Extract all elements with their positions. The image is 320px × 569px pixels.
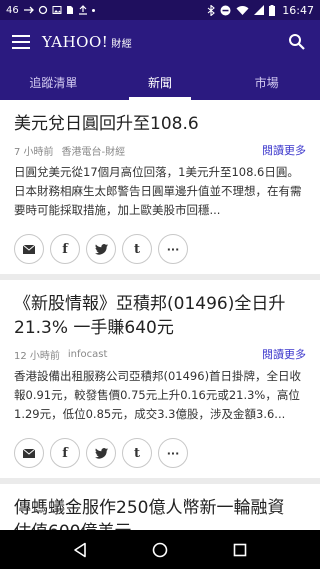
dot-icon bbox=[91, 8, 95, 12]
minus-circle-icon bbox=[220, 5, 231, 15]
more-icon[interactable]: ··· bbox=[158, 234, 188, 264]
tab-news[interactable]: 新聞 bbox=[107, 64, 214, 100]
mail-icon[interactable] bbox=[14, 234, 44, 264]
read-more-link[interactable]: 閱讀更多 bbox=[262, 142, 306, 158]
system-nav-bar bbox=[0, 530, 320, 569]
menu-icon[interactable] bbox=[12, 35, 30, 49]
read-more-link[interactable]: 閱讀更多 bbox=[262, 346, 306, 362]
article-summary: 香港設備出租服務公司亞積邦(01496)首日掛牌，全日收報0.91元，較發售價0… bbox=[14, 369, 302, 421]
news-card[interactable]: 《新股情報》亞積邦(01496)全日升21.3% 一手賺640元 12 小時前 … bbox=[0, 280, 320, 478]
search-icon[interactable] bbox=[288, 33, 306, 51]
article-title[interactable]: 美元兌日圓回升至108.6 bbox=[14, 112, 306, 136]
article-meta: 12 小時前 infocast 閱讀更多 bbox=[14, 346, 306, 362]
article-title[interactable]: 《新股情報》亞積邦(01496)全日升21.3% 一手賺640元 bbox=[14, 292, 306, 340]
news-feed[interactable]: 美元兌日圓回升至108.6 7 小時前 香港電台-財經 閱讀更多 日圓兌美元從1… bbox=[0, 100, 320, 530]
app-bar: YAHOO! 財經 bbox=[0, 20, 320, 64]
logo-sub: 財經 bbox=[111, 39, 133, 50]
tab-markets[interactable]: 市場 bbox=[213, 64, 320, 100]
sim-icon bbox=[66, 6, 73, 14]
back-icon[interactable] bbox=[73, 542, 87, 558]
share-row: f t ··· bbox=[14, 438, 306, 468]
usb-icon bbox=[23, 6, 34, 14]
bluetooth-icon bbox=[207, 4, 216, 16]
tab-watchlist[interactable]: 追蹤清單 bbox=[0, 64, 107, 100]
article-source: 香港電台-財經 bbox=[61, 146, 126, 158]
tumblr-icon[interactable]: t bbox=[122, 234, 152, 264]
share-row: f t ··· bbox=[14, 234, 306, 264]
twitter-icon[interactable] bbox=[86, 438, 116, 468]
news-card[interactable]: 傳螞蟻金服作250億人幣新一輪融資 估值600億美元 bbox=[0, 484, 320, 530]
facebook-icon[interactable]: f bbox=[50, 234, 80, 264]
status-bar: 46 16:47 bbox=[0, 0, 320, 20]
recents-icon[interactable] bbox=[233, 543, 247, 557]
battery-icon bbox=[269, 4, 276, 16]
tumblr-icon[interactable]: t bbox=[122, 438, 152, 468]
home-icon[interactable] bbox=[152, 542, 168, 558]
twitter-icon[interactable] bbox=[86, 234, 116, 264]
tab-bar: 追蹤清單 新聞 市場 bbox=[0, 64, 320, 100]
mail-icon[interactable] bbox=[14, 438, 44, 468]
network-label: 46 bbox=[6, 4, 19, 16]
image-icon bbox=[52, 6, 62, 14]
more-icon[interactable]: ··· bbox=[158, 438, 188, 468]
article-time: 12 小時前 bbox=[14, 350, 60, 362]
yahoo-finance-logo: YAHOO! 財經 bbox=[42, 33, 132, 51]
upload-icon bbox=[78, 5, 87, 15]
article-title[interactable]: 傳螞蟻金服作250億人幣新一輪融資 估值600億美元 bbox=[14, 496, 306, 530]
article-time: 7 小時前 bbox=[14, 146, 54, 158]
sync-icon bbox=[38, 5, 47, 15]
article-source: infocast bbox=[67, 348, 108, 360]
clock: 16:47 bbox=[282, 3, 314, 17]
logo-text: YAHOO! bbox=[42, 33, 109, 51]
facebook-icon[interactable]: f bbox=[50, 438, 80, 468]
article-summary: 日圓兌美元從17個月高位回落，1美元升至108.6日圓。日本財務相麻生太郎警告日… bbox=[14, 165, 302, 217]
news-card[interactable]: 美元兌日圓回升至108.6 7 小時前 香港電台-財經 閱讀更多 日圓兌美元從1… bbox=[0, 100, 320, 274]
wifi-icon bbox=[236, 6, 249, 15]
article-meta: 7 小時前 香港電台-財經 閱讀更多 bbox=[14, 142, 306, 158]
signal-icon bbox=[254, 5, 265, 15]
